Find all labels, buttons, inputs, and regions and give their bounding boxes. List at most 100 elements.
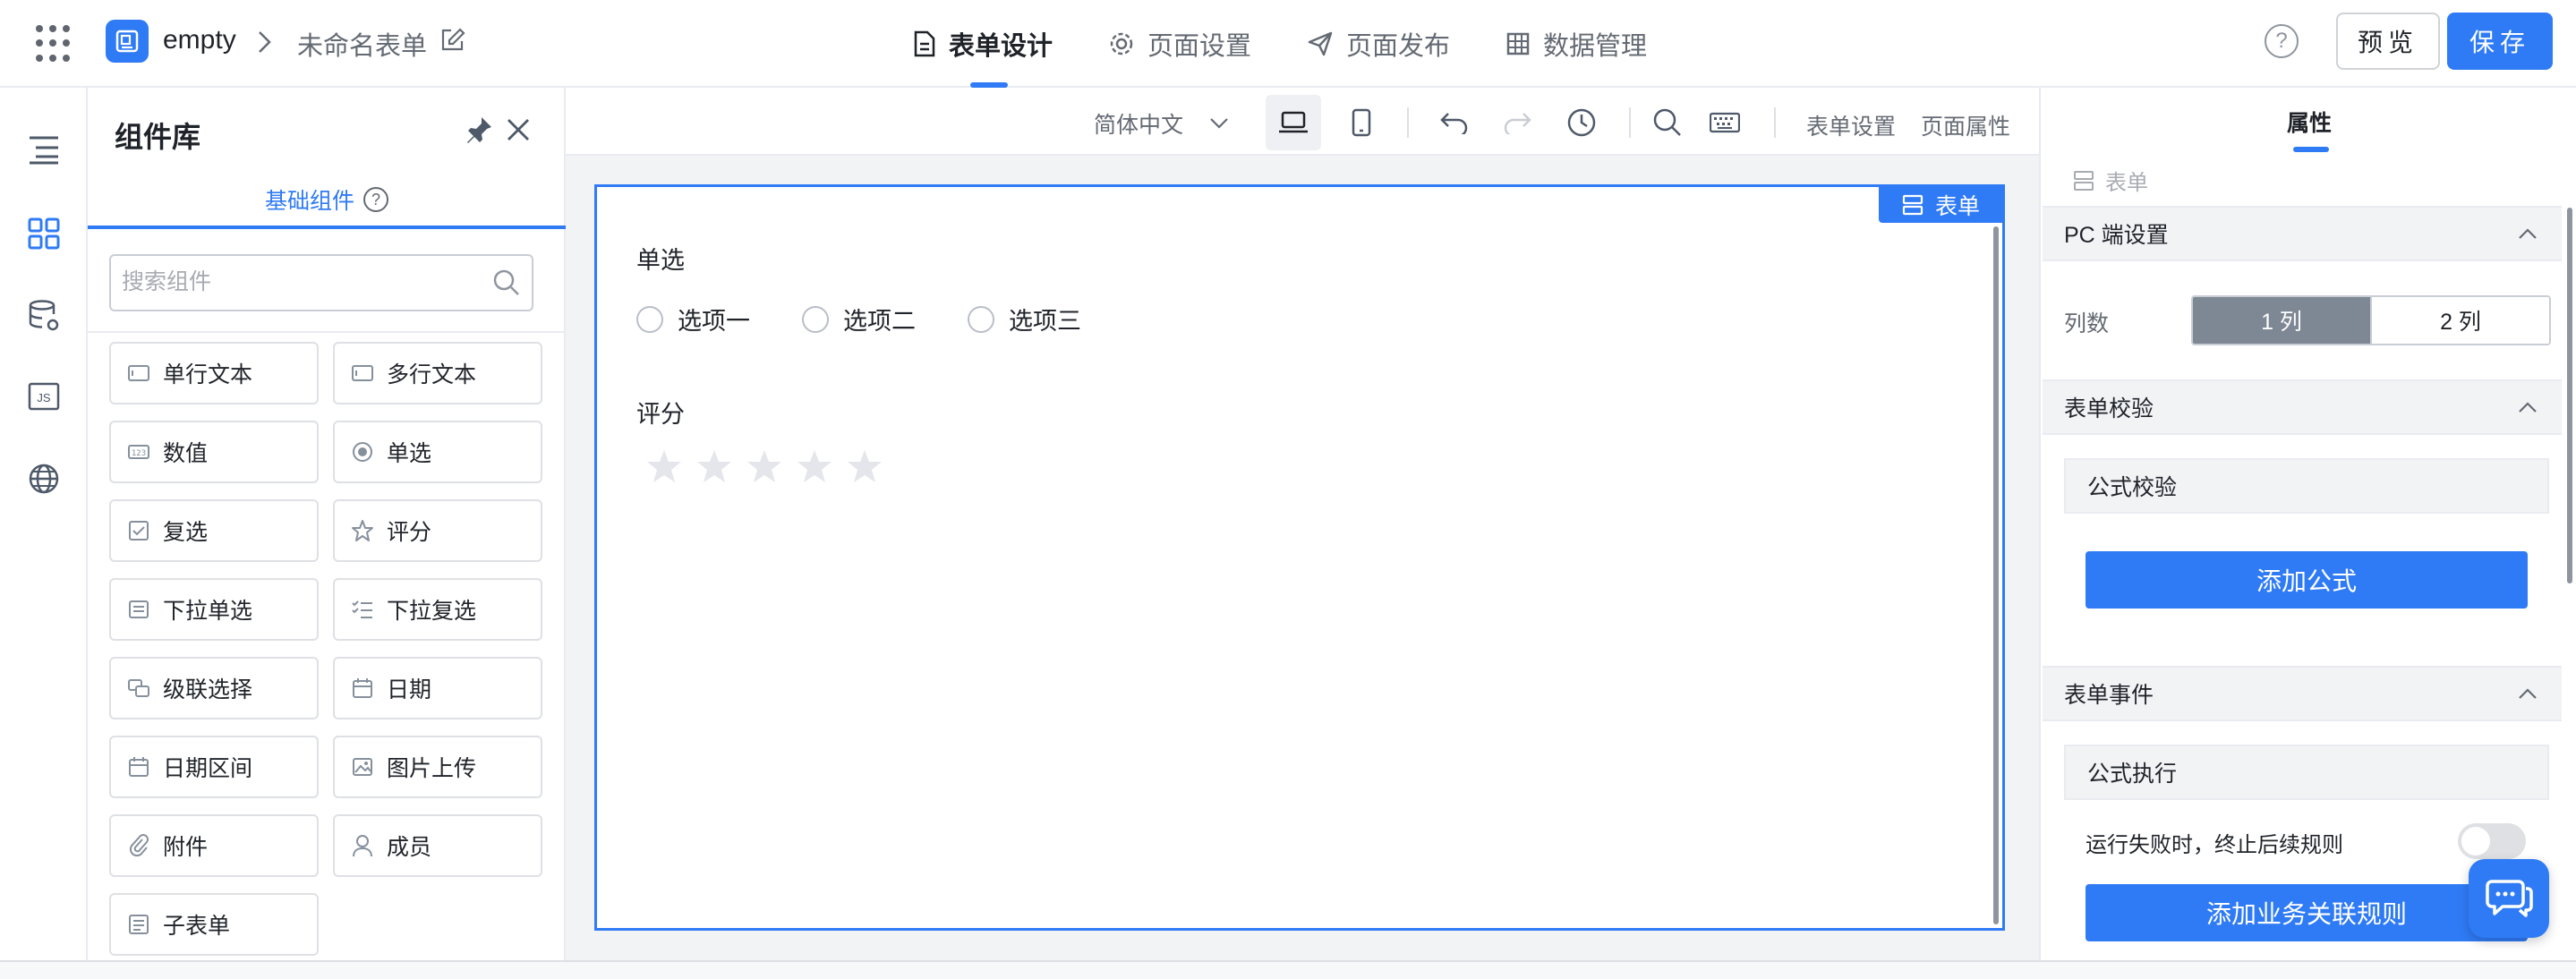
tab-properties[interactable]: 属性: [2041, 106, 2576, 138]
component-dropdown-multi[interactable]: 下拉复选: [333, 578, 542, 641]
radio-option-2[interactable]: 选项二: [802, 302, 916, 336]
tab-label: 表单设计: [949, 32, 1053, 61]
redo-icon[interactable]: [1489, 95, 1545, 150]
tab-page-settings[interactable]: 页面设置: [1108, 0, 1251, 88]
subsection-title: 公式校验: [2087, 475, 2178, 500]
stop-on-failure-toggle[interactable]: [2458, 823, 2526, 859]
component-rating[interactable]: 评分: [333, 499, 542, 562]
component-date-range[interactable]: 日期区间: [109, 736, 319, 798]
search-icon[interactable]: [1640, 95, 1695, 150]
component-dropdown-single[interactable]: 下拉单选: [109, 578, 319, 641]
rating-star-icon[interactable]: [846, 448, 883, 486]
section-form-validation[interactable]: 表单校验: [2043, 379, 2562, 435]
component-attachment[interactable]: 附件: [109, 814, 319, 877]
tab-form-design[interactable]: 表单设计: [913, 0, 1053, 88]
edit-icon[interactable]: [439, 27, 465, 58]
mobile-view-icon[interactable]: [1334, 95, 1389, 150]
component-date[interactable]: 日期: [333, 657, 542, 719]
form-settings-link[interactable]: 表单设置: [1806, 109, 1896, 141]
left-rail: JS: [0, 88, 88, 960]
globe-icon[interactable]: [23, 458, 64, 499]
component-label: 子表单: [163, 914, 231, 939]
language-select[interactable]: 简体中文: [1094, 107, 1230, 140]
tab-label: 页面设置: [1147, 32, 1252, 61]
form-canvas[interactable]: 表单 单选 选项一 选项二 选项三 评分: [594, 184, 2005, 931]
radio-option-1[interactable]: 选项一: [636, 302, 750, 336]
form-selection-tag[interactable]: 表单: [1879, 187, 2002, 223]
close-icon[interactable]: [505, 116, 532, 148]
chevron-up-icon: [2519, 402, 2537, 413]
cascade-icon: [127, 677, 150, 700]
section-title: PC 端设置: [2064, 223, 2169, 248]
help-icon[interactable]: ?: [2265, 24, 2299, 58]
component-image-upload[interactable]: 图片上传: [333, 736, 542, 798]
date-range-icon: [127, 755, 150, 779]
component-member[interactable]: 成员: [333, 814, 542, 877]
divider: [88, 331, 566, 333]
undo-icon[interactable]: [1427, 95, 1482, 150]
help-icon[interactable]: ?: [363, 187, 388, 212]
chat-support-icon[interactable]: [2469, 859, 2549, 938]
component-radio[interactable]: 单选: [333, 421, 542, 483]
rating-star-icon[interactable]: [796, 448, 833, 486]
rating-star-icon[interactable]: [695, 448, 733, 486]
add-formula-button[interactable]: 添加公式: [2086, 551, 2528, 609]
formula-execution-header: 公式执行: [2064, 745, 2549, 800]
search-input[interactable]: [122, 256, 480, 308]
desktop-view-icon[interactable]: [1266, 95, 1321, 150]
search-icon[interactable]: [492, 268, 521, 302]
tab-basic-components[interactable]: 基础组件 ?: [88, 174, 566, 229]
single-line-text-icon: [127, 362, 150, 385]
properties-scrollbar[interactable]: [2567, 208, 2572, 583]
pin-icon[interactable]: [464, 115, 494, 149]
section-pc-settings[interactable]: PC 端设置: [2043, 206, 2562, 261]
bottom-status-bar: [0, 960, 2576, 979]
radio-option-label: 选项一: [678, 308, 750, 335]
app-name[interactable]: empty: [163, 25, 236, 55]
rating-star-icon[interactable]: [746, 448, 783, 486]
top-header: empty 未命名表单 表单设计 页面设置 页面发布 数据管理 ? 预览 保存: [0, 0, 2576, 88]
tab-data-management[interactable]: 数据管理: [1506, 0, 1647, 88]
section-title: 表单校验: [2064, 396, 2154, 421]
preview-button[interactable]: 预览: [2336, 13, 2440, 70]
dropdown-single-icon: [127, 598, 150, 621]
component-multi-line-text[interactable]: 多行文本: [333, 342, 542, 404]
component-subform[interactable]: 子表单: [109, 893, 319, 956]
tab-page-publish[interactable]: 页面发布: [1307, 0, 1450, 88]
apps-grid-icon[interactable]: [36, 25, 73, 63]
radio-option-3[interactable]: 选项三: [968, 302, 1081, 336]
datasource-icon[interactable]: [23, 295, 64, 336]
canvas-scrollbar[interactable]: [1993, 226, 1999, 924]
properties-panel: 属性 表单 PC 端设置 列数 1 列 2 列 表单校验 公式校验 添加公式 表…: [2039, 88, 2576, 960]
rating-stars: [645, 448, 883, 486]
add-business-rule-button[interactable]: 添加业务关联规则: [2086, 884, 2528, 941]
chevron-up-icon: [2519, 688, 2537, 699]
component-single-line-text[interactable]: 单行文本: [109, 342, 319, 404]
page-properties-link[interactable]: 页面属性: [1921, 109, 2010, 141]
paperclip-icon: [127, 834, 150, 857]
column-option-2[interactable]: 2 列: [2370, 297, 2549, 344]
form-title[interactable]: 未命名表单: [297, 25, 427, 63]
components-icon[interactable]: [23, 213, 64, 254]
section-form-events[interactable]: 表单事件: [2043, 666, 2562, 721]
save-button[interactable]: 保存: [2447, 13, 2553, 70]
component-label: 多行文本: [387, 362, 477, 387]
component-label: 级联选择: [163, 677, 253, 702]
chevron-up-icon: [2519, 228, 2537, 239]
tab-label: 页面发布: [1346, 32, 1451, 61]
rating-star-icon[interactable]: [645, 448, 683, 486]
js-icon[interactable]: JS: [23, 376, 64, 417]
divider: [1774, 107, 1776, 138]
component-grid: 单行文本 多行文本 123 数值 单选 复选 评分 下拉单选 下拉复选 级联选择…: [109, 342, 542, 956]
component-label: 附件: [163, 835, 209, 860]
component-library: 组件库 基础组件 ? 单行文本 多行文本 123 数值 单选: [88, 88, 566, 960]
component-cascade[interactable]: 级联选择: [109, 657, 319, 719]
form-tag-label: 表单: [1934, 194, 1980, 219]
radio-group: 选项一 选项二 选项三: [636, 302, 1081, 336]
component-number[interactable]: 123 数值: [109, 421, 319, 483]
outline-icon[interactable]: [23, 129, 64, 170]
component-checkbox[interactable]: 复选: [109, 499, 319, 562]
history-icon[interactable]: [1554, 95, 1609, 150]
keyboard-icon[interactable]: [1697, 95, 1753, 150]
column-option-1[interactable]: 1 列: [2193, 297, 2370, 344]
